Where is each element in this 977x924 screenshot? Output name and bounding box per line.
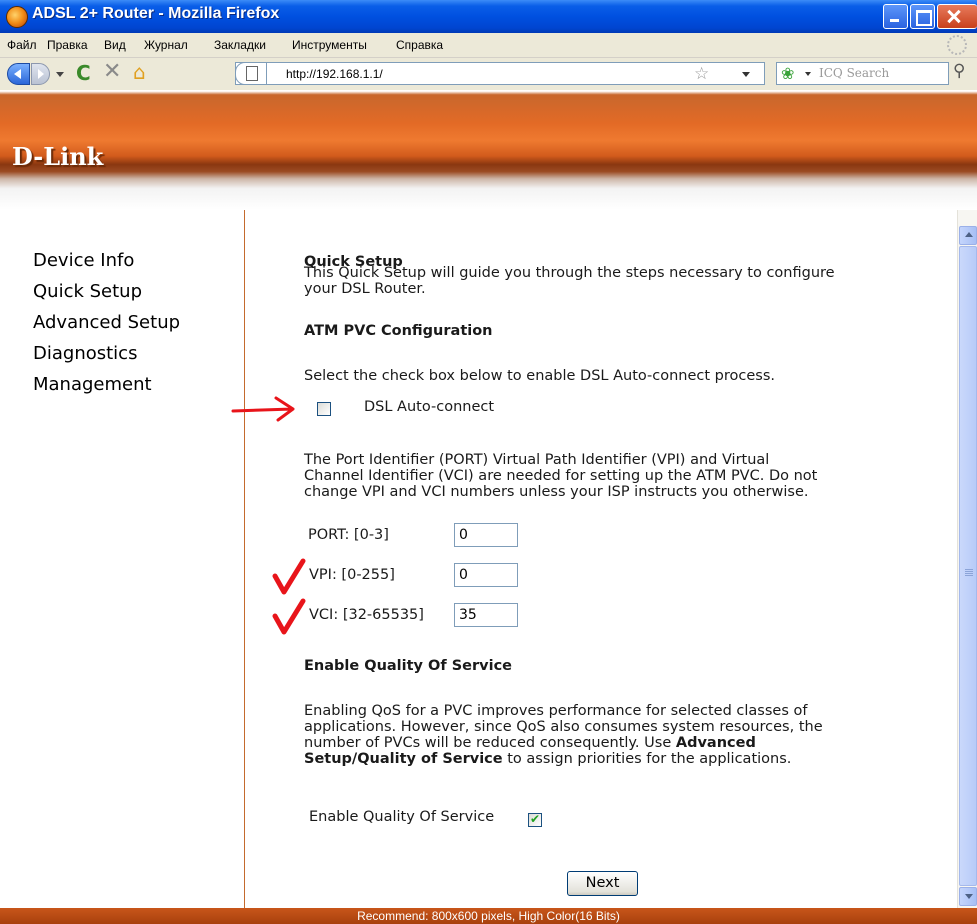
sidebar-item-advanced-setup[interactable]: Advanced Setup	[33, 312, 180, 333]
qos-heading: Enable Quality Of Service	[304, 658, 513, 674]
port-input[interactable]: 0	[454, 523, 518, 547]
scroll-thumb[interactable]	[959, 246, 977, 886]
qos-line-4-text: to assign priorities for the application…	[502, 751, 792, 767]
minimize-button[interactable]	[883, 4, 908, 29]
forward-button[interactable]	[31, 63, 50, 85]
vci-checkmark-icon	[272, 598, 306, 635]
firefox-icon	[6, 6, 28, 28]
qos-description-line-1: Enabling QoS for a PVC improves performa…	[304, 703, 808, 719]
dlink-logo: D-Link	[12, 142, 104, 171]
menu-view[interactable]: Вид	[104, 38, 126, 52]
qos-enable-label: Enable Quality Of Service	[309, 809, 495, 825]
dsl-auto-connect-label: DSL Auto-connect	[364, 399, 495, 415]
scroll-grip-icon	[965, 569, 973, 570]
intro-line-2: your DSL Router.	[304, 281, 426, 297]
url-text[interactable]: http://192.168.1.1/	[286, 67, 383, 81]
throbber-icon	[947, 35, 967, 55]
main-content	[245, 210, 957, 908]
engine-dropdown-icon[interactable]	[805, 72, 811, 79]
home-icon[interactable]: ⌂	[133, 60, 146, 84]
menu-file[interactable]: Файл	[7, 38, 37, 52]
menu-edit[interactable]: Правка	[47, 38, 88, 52]
qos-line-3-text: number of PVCs will be reduced consequen…	[304, 735, 672, 751]
vertical-scrollbar[interactable]	[957, 210, 977, 908]
vci-input[interactable]: 35	[454, 603, 518, 627]
dsl-auto-connect-checkbox[interactable]	[317, 402, 331, 416]
qos-description-line-2: applications. However, since QoS also co…	[304, 719, 823, 735]
qos-description-line-4: Setup/Quality of Service to assign prior…	[304, 752, 791, 767]
maximize-button[interactable]	[910, 4, 935, 29]
sidebar-item-quick-setup[interactable]: Quick Setup	[33, 281, 142, 302]
sidebar: Device Info Quick Setup Advanced Setup D…	[0, 210, 245, 908]
page-icon	[235, 62, 267, 85]
navigation-toolbar: C ✕ ⌂ http://192.168.1.1/ ☆ ❀ ICQ Search…	[0, 58, 977, 89]
menu-bar: Файл Правка Вид Журнал Закладки Инструме…	[0, 33, 977, 58]
router-header: D-Link	[0, 90, 977, 210]
page-footer: Recommend: 800x600 pixels, High Color(16…	[0, 908, 977, 924]
stop-icon[interactable]: ✕	[103, 61, 121, 83]
sidebar-item-management[interactable]: Management	[33, 374, 152, 395]
menu-history[interactable]: Журнал	[144, 38, 188, 52]
history-dropdown-icon[interactable]	[56, 72, 64, 81]
url-dropdown-icon[interactable]	[742, 72, 750, 81]
pvc-description-line-1: The Port Identifier (PORT) Virtual Path …	[304, 452, 770, 468]
qos-bold-setup-link: Setup/Quality of Service	[304, 751, 503, 767]
icq-engine-icon[interactable]: ❀	[781, 64, 794, 84]
vpi-input[interactable]: 0	[454, 563, 518, 587]
qos-enable-checkbox[interactable]	[528, 812, 542, 827]
bookmark-star-icon[interactable]: ☆	[694, 64, 709, 84]
qos-bold-advanced: Advanced	[675, 735, 756, 751]
search-placeholder[interactable]: ICQ Search	[819, 66, 889, 80]
vpi-label: VPI: [0-255]	[309, 567, 395, 583]
address-bar[interactable]: http://192.168.1.1/ ☆	[235, 62, 765, 85]
vpi-checkmark-icon	[272, 558, 306, 595]
qos-description-line-3: number of PVCs will be reduced consequen…	[304, 736, 756, 751]
window-title: ADSL 2+ Router - Mozilla Firefox	[32, 5, 280, 22]
vci-label: VCI: [32-65535]	[309, 607, 424, 623]
sidebar-item-diagnostics[interactable]: Diagnostics	[33, 343, 137, 364]
auto-connect-instruction: Select the check box below to enable DSL…	[304, 368, 776, 384]
scroll-up-button[interactable]	[959, 226, 977, 245]
back-button[interactable]	[7, 63, 30, 85]
pvc-description-line-3: change VPI and VCI numbers unless your I…	[304, 484, 809, 500]
sidebar-item-device-info[interactable]: Device Info	[33, 250, 134, 271]
atm-pvc-heading: ATM PVC Configuration	[304, 323, 493, 339]
next-button[interactable]: Next	[567, 871, 638, 896]
reload-icon[interactable]: C	[76, 62, 91, 84]
port-label: PORT: [0-3]	[308, 527, 389, 543]
intro-line-1: This Quick Setup will guide you through …	[304, 265, 835, 281]
window-title-bar: ADSL 2+ Router - Mozilla Firefox	[0, 0, 977, 33]
footer-text: Recommend: 800x600 pixels, High Color(16…	[357, 909, 620, 923]
menu-tools[interactable]: Инструменты	[292, 38, 367, 52]
scroll-down-button[interactable]	[959, 887, 977, 906]
pvc-description-line-2: Channel Identifier (VCI) are needed for …	[304, 468, 818, 484]
red-arrow-annotation	[231, 396, 295, 422]
menu-help[interactable]: Справка	[396, 38, 443, 52]
search-icon[interactable]: ⚲	[953, 61, 965, 81]
close-button[interactable]	[937, 4, 977, 29]
menu-bookmarks[interactable]: Закладки	[214, 38, 266, 52]
search-box[interactable]: ❀ ICQ Search	[776, 62, 949, 85]
